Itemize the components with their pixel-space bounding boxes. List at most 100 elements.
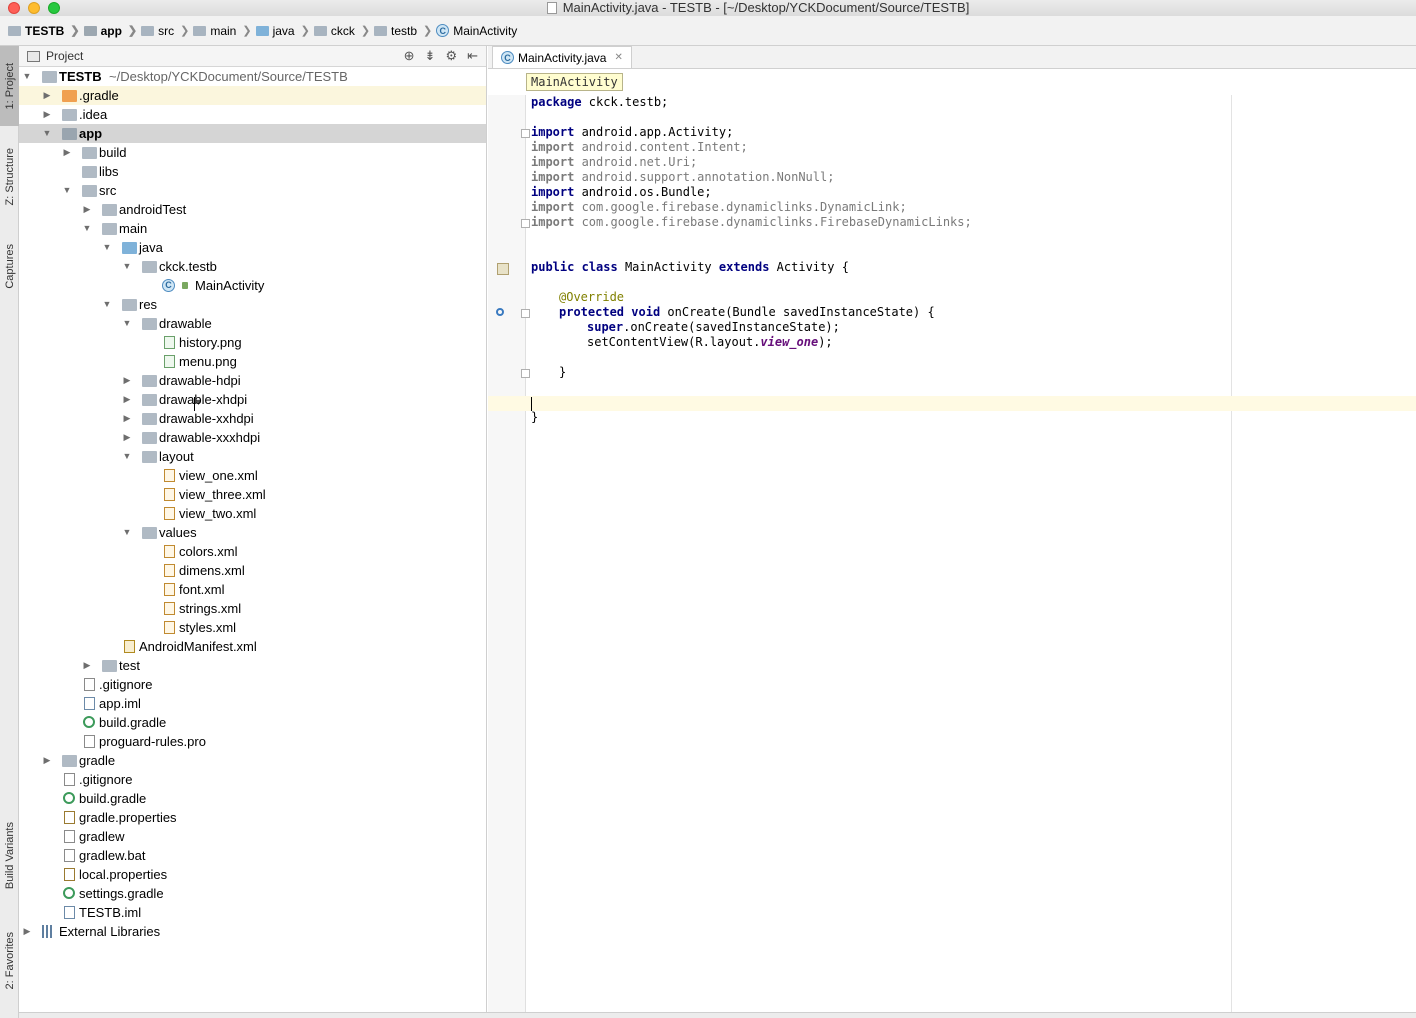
class-gutter-icon[interactable] [497, 263, 509, 275]
tab-favorites[interactable]: 2: Favorites [0, 918, 19, 1004]
tree-item[interactable]: gradlew.bat [19, 846, 486, 865]
tree-item[interactable]: .gitignore [19, 770, 486, 789]
tree-item[interactable]: gradlew [19, 827, 486, 846]
chevron-right-icon[interactable]: ▶ [81, 656, 93, 675]
tree-item[interactable]: menu.png [19, 352, 486, 371]
breadcrumb-item-java[interactable]: java ❯ [255, 24, 310, 38]
tree-item[interactable]: view_one.xml [19, 466, 486, 485]
chevron-right-icon[interactable]: ▶ [41, 751, 53, 770]
tree-item[interactable]: .gitignore [19, 675, 486, 694]
tree-item[interactable]: ▼ drawable [19, 314, 486, 333]
chevron-right-icon[interactable]: ▶ [121, 428, 133, 447]
chevron-down-icon[interactable]: ▼ [41, 124, 53, 143]
tree-item[interactable]: ▼ java [19, 238, 486, 257]
tree-item[interactable]: styles.xml [19, 618, 486, 637]
locate-icon[interactable]: ⊕ [404, 48, 415, 64]
chevron-right-icon[interactable]: ▶ [121, 390, 133, 409]
tree-item-root[interactable]: ▼ TESTB ~/Desktop/YCKDocument/Source/TES… [19, 67, 486, 86]
tree-item-label: test [119, 658, 140, 673]
chevron-right-icon[interactable]: ▶ [21, 922, 33, 941]
tree-item[interactable]: TESTB.iml [19, 903, 486, 922]
chevron-right-icon[interactable]: ▶ [121, 409, 133, 428]
tree-item[interactable]: ▶ test [19, 656, 486, 675]
tree-item[interactable]: ▶ drawable-xhdpi [19, 390, 486, 409]
chevron-right-icon[interactable]: ▶ [81, 200, 93, 219]
breadcrumb-item-ckck[interactable]: ckck ❯ [313, 24, 370, 38]
tab-build-variants[interactable]: Build Variants [0, 808, 19, 904]
tree-item[interactable]: build.gradle [19, 713, 486, 732]
tab-mainactivity-java[interactable]: C MainActivity.java ✕ [492, 46, 632, 68]
tree-item[interactable]: ▼ res [19, 295, 486, 314]
tree-item[interactable]: font.xml [19, 580, 486, 599]
tree-item[interactable]: local.properties [19, 865, 486, 884]
chevron-down-icon[interactable]: ▼ [81, 219, 93, 238]
chevron-down-icon[interactable]: ▼ [21, 67, 33, 86]
chevron-down-icon[interactable]: ▼ [121, 523, 133, 542]
hide-panel-icon[interactable]: ⇤ [467, 48, 478, 64]
fold-marker-icon[interactable] [521, 309, 530, 318]
tab-project[interactable]: 1: Project [0, 46, 19, 126]
breadcrumb-item-main[interactable]: main ❯ [193, 24, 252, 38]
chevron-right-icon[interactable]: ▶ [41, 105, 53, 124]
tab-structure[interactable]: Z: Structure [0, 134, 19, 220]
tree-item[interactable]: ▶ drawable-hdpi [19, 371, 486, 390]
source-folder-icon [122, 242, 137, 254]
tree-item[interactable]: app.iml [19, 694, 486, 713]
chevron-down-icon[interactable]: ▼ [121, 257, 133, 276]
code-token: onCreate(Bundle savedInstanceState) { [660, 305, 935, 319]
tree-item[interactable]: colors.xml [19, 542, 486, 561]
tree-item[interactable]: gradle.properties [19, 808, 486, 827]
tree-item-label: history.png [179, 335, 242, 350]
tree-item[interactable]: ▶ drawable-xxhdpi [19, 409, 486, 428]
close-icon[interactable]: ✕ [614, 52, 622, 63]
tree-item[interactable]: ▶ .gradle [19, 86, 486, 105]
breadcrumb-item-mainactivity[interactable]: C MainActivity [436, 24, 517, 38]
chevron-down-icon[interactable]: ▼ [101, 295, 113, 314]
breadcrumb-item-src[interactable]: src ❯ [141, 24, 189, 38]
tree-item[interactable]: ▶ .idea [19, 105, 486, 124]
override-method-icon[interactable] [496, 308, 504, 316]
gear-icon[interactable]: ⚙ [445, 48, 457, 64]
chevron-right-icon[interactable]: ▶ [61, 143, 73, 162]
fold-marker-icon[interactable] [521, 129, 530, 138]
chevron-down-icon[interactable]: ▼ [61, 181, 73, 200]
project-view-selector[interactable]: Project [46, 49, 83, 63]
fold-marker-icon[interactable] [521, 219, 530, 228]
tree-item[interactable]: strings.xml [19, 599, 486, 618]
chevron-down-icon[interactable]: ▼ [101, 238, 113, 257]
chevron-down-icon[interactable]: ▼ [121, 314, 133, 333]
chevron-down-icon[interactable]: ▼ [121, 447, 133, 466]
tree-item[interactable]: view_two.xml [19, 504, 486, 523]
tree-item[interactable]: ▼ ckck.testb [19, 257, 486, 276]
tree-item[interactable]: view_three.xml [19, 485, 486, 504]
breadcrumb-item-app[interactable]: app ❯ [83, 24, 137, 38]
tree-item[interactable]: history.png [19, 333, 486, 352]
tree-item-selected[interactable]: ▼ app [19, 124, 486, 143]
chevron-right-icon[interactable]: ▶ [121, 371, 133, 390]
tab-captures[interactable]: Captures [0, 230, 19, 302]
tree-item[interactable]: proguard-rules.pro [19, 732, 486, 751]
fold-marker-icon[interactable] [521, 369, 530, 378]
tree-item[interactable]: ▼ values [19, 523, 486, 542]
breadcrumb-item-testb[interactable]: testb ❯ [374, 24, 432, 38]
tree-item[interactable]: ▶ build [19, 143, 486, 162]
tree-item[interactable]: ▼ main [19, 219, 486, 238]
tree-item[interactable]: AndroidManifest.xml [19, 637, 486, 656]
tree-item[interactable]: C MainActivity [19, 276, 486, 295]
window-titlebar: MainActivity.java - TESTB - [~/Desktop/Y… [0, 0, 1416, 16]
tree-item[interactable]: ▶ androidTest [19, 200, 486, 219]
breadcrumb-item-project[interactable]: TESTB ❯ [8, 24, 80, 38]
editor-gutter[interactable] [488, 95, 530, 1012]
chevron-right-icon[interactable]: ▶ [41, 86, 53, 105]
collapse-all-icon[interactable]: ⇟ [425, 48, 436, 64]
tree-item[interactable]: ▶ External Libraries [19, 922, 486, 941]
tree-item[interactable]: build.gradle [19, 789, 486, 808]
class-breadcrumb[interactable]: MainActivity [526, 73, 623, 91]
tree-item[interactable]: dimens.xml [19, 561, 486, 580]
tree-item[interactable]: ▼ layout [19, 447, 486, 466]
tree-item[interactable]: ▶ gradle [19, 751, 486, 770]
tree-item[interactable]: settings.gradle [19, 884, 486, 903]
tree-item[interactable]: libs [19, 162, 486, 181]
tree-item[interactable]: ▼ src [19, 181, 486, 200]
tree-item[interactable]: ▶ drawable-xxxhdpi [19, 428, 486, 447]
